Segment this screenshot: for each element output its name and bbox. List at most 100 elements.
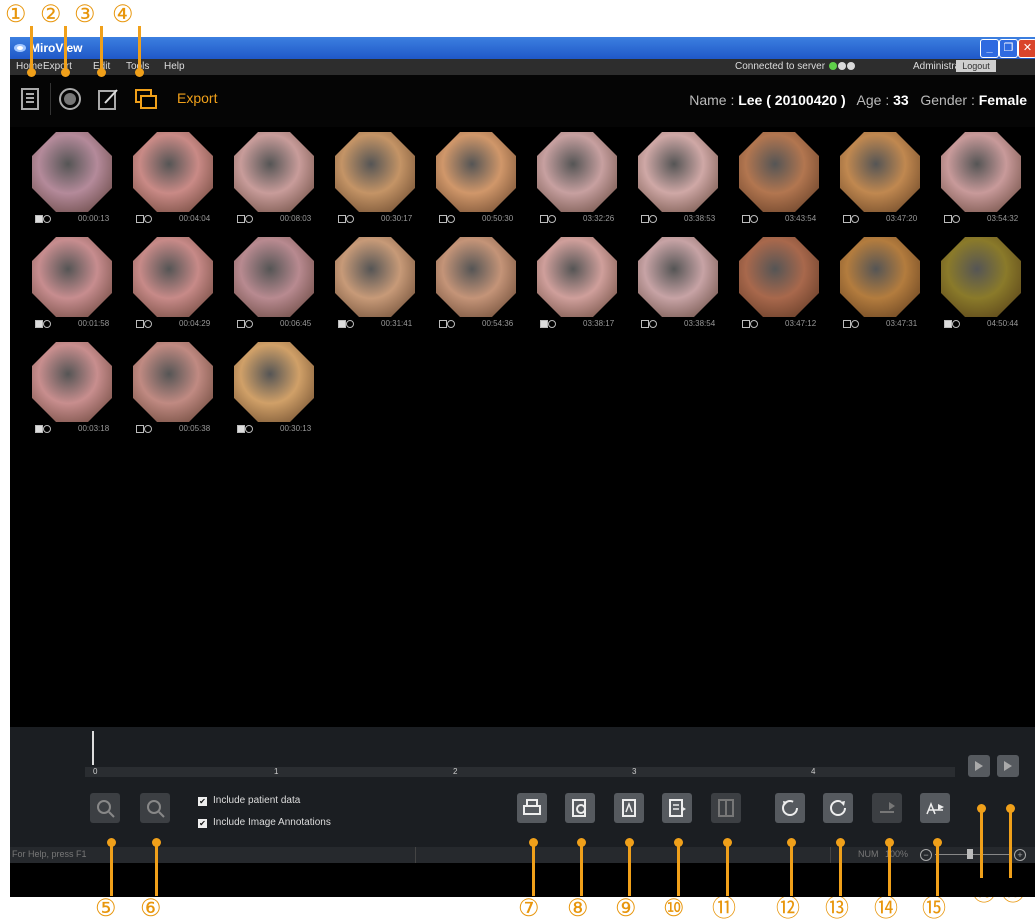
thumbnail-checkbox[interactable]: [742, 215, 750, 223]
thumbnail-item[interactable]: 03:47:31: [828, 237, 928, 337]
rotate-left-button[interactable]: [775, 793, 805, 823]
report-list-icon[interactable]: [18, 87, 42, 111]
thumbnail-item[interactable]: 03:43:54: [727, 132, 827, 232]
endoscopy-image[interactable]: [133, 237, 213, 317]
thumbnail-checkbox[interactable]: [540, 320, 548, 328]
annotation-bubble-icon[interactable]: [144, 425, 152, 433]
prev-nav-button[interactable]: [968, 755, 990, 777]
thumbnail-checkbox[interactable]: [35, 215, 43, 223]
thumbnail-item[interactable]: 03:38:54: [626, 237, 726, 337]
thumbnail-checkbox[interactable]: [439, 215, 447, 223]
thumbnail-checkbox[interactable]: [35, 425, 43, 433]
endoscopy-image[interactable]: [537, 132, 617, 212]
endoscopy-image[interactable]: [638, 132, 718, 212]
endoscopy-image[interactable]: [234, 342, 314, 422]
annotation-bubble-icon[interactable]: [43, 320, 51, 328]
thumbnail-checkbox[interactable]: [742, 320, 750, 328]
export-icon[interactable]: [134, 87, 158, 111]
endoscopy-image[interactable]: [133, 132, 213, 212]
endoscopy-image[interactable]: [739, 237, 819, 317]
thumbnail-checkbox[interactable]: [237, 425, 245, 433]
export-document-button[interactable]: [662, 793, 692, 823]
thumbnail-item[interactable]: 00:30:17: [323, 132, 423, 232]
thumbnail-checkbox[interactable]: [338, 320, 346, 328]
annotation-bubble-icon[interactable]: [144, 215, 152, 223]
thumbnail-checkbox[interactable]: [843, 215, 851, 223]
thumbnail-item[interactable]: 00:50:30: [424, 132, 524, 232]
thumbnail-checkbox[interactable]: [641, 215, 649, 223]
rotate-right-button[interactable]: [823, 793, 853, 823]
include-patient-data-checkbox[interactable]: ✔ Include patient data: [198, 795, 300, 806]
text-arrow-button[interactable]: [920, 793, 950, 823]
include-image-annotations-checkbox[interactable]: ✔ Include Image Annotations: [198, 817, 331, 828]
endoscopy-image[interactable]: [436, 237, 516, 317]
close-button[interactable]: ✕: [1018, 39, 1035, 58]
thumbnail-checkbox[interactable]: [944, 215, 952, 223]
zoom-out-button[interactable]: [140, 793, 170, 823]
thumbnail-checkbox[interactable]: [540, 215, 548, 223]
annotation-bubble-icon[interactable]: [346, 320, 354, 328]
thumbnail-item[interactable]: 03:47:12: [727, 237, 827, 337]
thumbnail-item[interactable]: 00:08:03: [222, 132, 322, 232]
thumbnail-item[interactable]: 00:31:41: [323, 237, 423, 337]
timeline-bar[interactable]: [85, 767, 955, 777]
endoscopy-image[interactable]: [234, 132, 314, 212]
timeline-cursor[interactable]: [92, 731, 94, 765]
annotation-bubble-icon[interactable]: [43, 215, 51, 223]
thumbnail-checkbox[interactable]: [338, 215, 346, 223]
endoscopy-image[interactable]: [840, 237, 920, 317]
thumbnail-item[interactable]: 00:03:18: [20, 342, 120, 442]
next-nav-button[interactable]: [997, 755, 1019, 777]
thumbnail-item[interactable]: 04:50:44: [929, 237, 1029, 337]
annotation-bubble-icon[interactable]: [750, 320, 758, 328]
thumbnail-checkbox[interactable]: [136, 425, 144, 433]
thumbnail-checkbox[interactable]: [237, 320, 245, 328]
thumbnail-item[interactable]: 03:38:17: [525, 237, 625, 337]
annotation-bubble-icon[interactable]: [245, 425, 253, 433]
annotation-bubble-icon[interactable]: [649, 215, 657, 223]
endoscopy-image[interactable]: [537, 237, 617, 317]
annotation-bubble-icon[interactable]: [346, 215, 354, 223]
endoscopy-image[interactable]: [32, 237, 112, 317]
endoscopy-image[interactable]: [32, 132, 112, 212]
annotation-bubble-icon[interactable]: [43, 425, 51, 433]
endoscopy-image[interactable]: [436, 132, 516, 212]
thumbnail-item[interactable]: 03:54:32: [929, 132, 1029, 232]
endoscopy-image[interactable]: [133, 342, 213, 422]
thumbnail-checkbox[interactable]: [136, 320, 144, 328]
annotation-bubble-icon[interactable]: [144, 320, 152, 328]
thumbnail-item[interactable]: 00:06:45: [222, 237, 322, 337]
print-button[interactable]: [517, 793, 547, 823]
edit-note-icon[interactable]: [96, 87, 120, 111]
endoscopy-image[interactable]: [32, 342, 112, 422]
thumbnail-item[interactable]: 03:32:26: [525, 132, 625, 232]
thumbnail-checkbox[interactable]: [641, 320, 649, 328]
endoscopy-image[interactable]: [335, 237, 415, 317]
annotation-bubble-icon[interactable]: [649, 320, 657, 328]
zoom-out-small-icon[interactable]: −: [920, 849, 932, 861]
thumbnail-checkbox[interactable]: [237, 215, 245, 223]
annotation-bubble-icon[interactable]: [851, 320, 859, 328]
thumbnail-item[interactable]: 03:38:53: [626, 132, 726, 232]
annotation-bubble-icon[interactable]: [548, 215, 556, 223]
annotation-bubble-icon[interactable]: [750, 215, 758, 223]
endoscopy-image[interactable]: [335, 132, 415, 212]
split-view-button[interactable]: [711, 793, 741, 823]
annotation-bubble-icon[interactable]: [245, 320, 253, 328]
logout-button[interactable]: Logout: [956, 60, 996, 72]
pdf-button[interactable]: [614, 793, 644, 823]
endoscopy-image[interactable]: [941, 237, 1021, 317]
zoom-in-button[interactable]: [90, 793, 120, 823]
endoscopy-image[interactable]: [739, 132, 819, 212]
minimize-button[interactable]: _: [980, 39, 999, 58]
endoscopy-image[interactable]: [840, 132, 920, 212]
capture-icon[interactable]: [58, 87, 82, 111]
thumbnail-checkbox[interactable]: [944, 320, 952, 328]
zoom-in-small-icon[interactable]: +: [1014, 849, 1026, 861]
thumbnail-item[interactable]: 00:54:36: [424, 237, 524, 337]
menu-help[interactable]: Help: [164, 61, 185, 72]
annotation-bubble-icon[interactable]: [447, 320, 455, 328]
thumbnail-item[interactable]: 00:30:13: [222, 342, 322, 442]
print-preview-button[interactable]: [565, 793, 595, 823]
thumbnail-checkbox[interactable]: [439, 320, 447, 328]
